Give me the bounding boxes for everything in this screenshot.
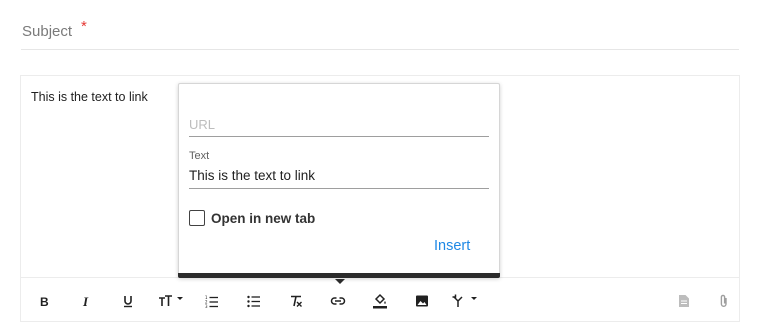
open-in-new-tab-label: Open in new tab [211,210,316,226]
clear-formatting-button[interactable] [283,290,309,312]
image-icon [416,295,428,307]
bulleted-list-icon [247,295,260,308]
underline-button[interactable] [115,290,141,312]
open-in-new-tab-option[interactable]: Open in new tab [189,209,315,227]
ordered-list-button[interactable]: 123 [199,290,225,312]
popup-bottom-bar [178,273,500,278]
link-popup: Text Open in new tab Insert [178,83,500,284]
svg-text:I: I [82,294,89,308]
required-marker: * [81,18,87,35]
url-field[interactable] [189,108,489,137]
attachment-button[interactable] [711,290,737,312]
editor-toolbar: B I 123 [21,277,739,321]
file-icon [679,295,689,307]
url-input[interactable] [189,114,489,134]
svg-text:B: B [40,295,49,308]
numbered-list-icon: 123 [205,295,218,308]
merge-icon [452,294,477,307]
italic-button[interactable]: I [73,290,99,312]
italic-icon: I [82,294,89,308]
font-size-button[interactable] [157,290,187,312]
fill-color-button[interactable] [367,290,393,312]
subject-label: Subject [22,23,73,40]
svg-text:3: 3 [205,304,208,308]
text-field-label: Text [189,150,210,162]
fill-color-icon [373,293,387,309]
subject-field[interactable]: Subject * [21,10,739,50]
image-button[interactable] [409,290,435,312]
clear-format-icon [291,295,302,307]
text-input[interactable] [189,165,489,185]
text-field[interactable]: Text [189,148,489,189]
bullet-list-button[interactable] [241,290,267,312]
paperclip-icon [720,294,727,307]
link-button[interactable] [325,290,351,312]
link-icon [330,297,346,305]
font-size-icon [159,295,183,306]
bold-icon: B [40,295,49,308]
underline-icon [124,296,132,308]
insert-button[interactable]: Insert [434,238,470,254]
open-in-new-tab-checkbox[interactable] [189,210,205,226]
popup-pointer [335,279,345,284]
file-button[interactable] [671,290,697,312]
merge-button[interactable] [451,290,481,312]
bold-button[interactable]: B [31,290,57,312]
editor-content[interactable]: This is the text to link [31,90,148,104]
